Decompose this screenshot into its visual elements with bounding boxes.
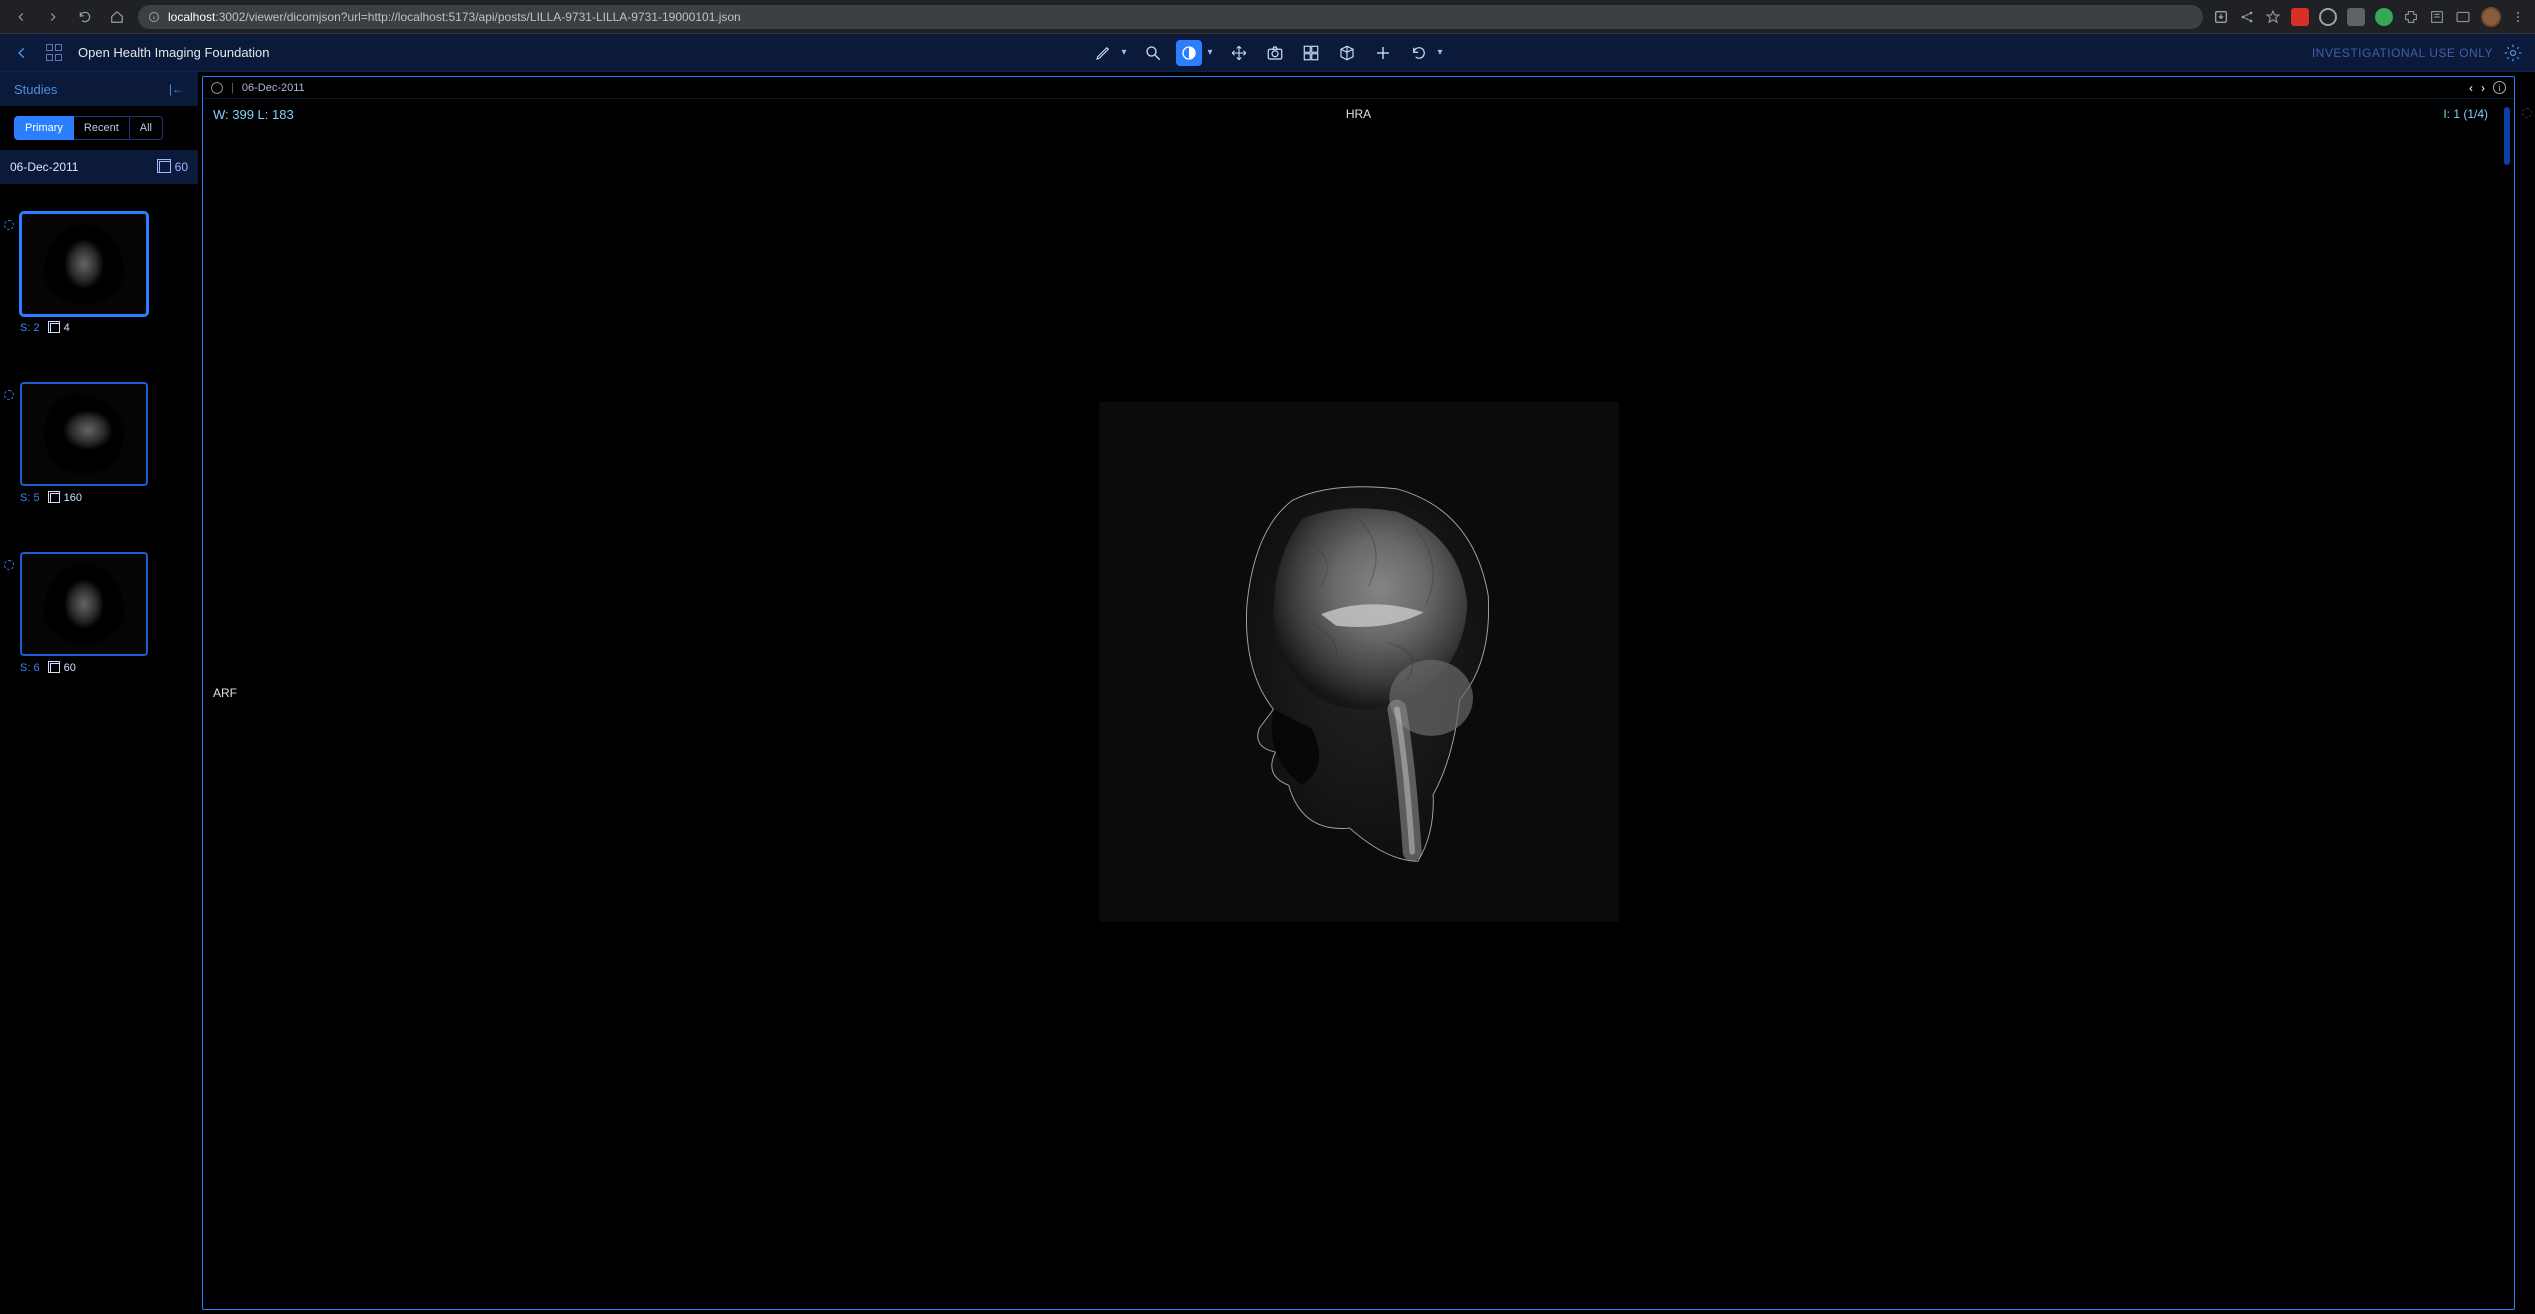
loading-spinner-icon — [2522, 108, 2532, 118]
chevron-down-icon[interactable]: ▾ — [1438, 47, 1446, 58]
collapse-sidebar-button[interactable]: |← — [169, 82, 184, 96]
studies-title: Studies — [14, 82, 57, 97]
stack-icon — [50, 663, 60, 673]
capture-tool-button[interactable] — [1262, 40, 1288, 66]
loading-spinner-icon — [4, 220, 14, 230]
plus-icon — [1374, 44, 1392, 62]
dicom-image — [1099, 402, 1619, 922]
orientation-top-overlay: HRA — [1346, 107, 1371, 121]
filter-all[interactable]: All — [130, 116, 163, 140]
browser-reload-button[interactable] — [74, 6, 96, 28]
extension-icon[interactable] — [2347, 8, 2365, 26]
rotate-icon — [1410, 44, 1428, 62]
dicom-viewport[interactable]: | 06-Dec-2011 ‹ › i W: 399 L: 183 HRA I:… — [202, 76, 2515, 1310]
move-icon — [1230, 44, 1248, 62]
extension-icon[interactable] — [2291, 8, 2309, 26]
tab-icon[interactable] — [2455, 9, 2471, 25]
browser-omnibox[interactable]: localhost:3002/viewer/dicomjson?url=http… — [138, 5, 2203, 29]
image-scrollbar[interactable] — [2504, 107, 2510, 165]
study-filter-row: Primary Recent All — [0, 106, 198, 150]
browser-back-button[interactable] — [10, 6, 32, 28]
pencil-icon — [1094, 44, 1112, 62]
viewport-container: | 06-Dec-2011 ‹ › i W: 399 L: 183 HRA I:… — [198, 72, 2519, 1314]
contrast-icon — [1180, 44, 1198, 62]
series-thumbnail[interactable]: S: 6 60 — [20, 552, 188, 674]
viewport-header: | 06-Dec-2011 ‹ › i — [203, 77, 2514, 99]
studies-header: Studies |← — [0, 72, 198, 106]
stack-icon — [50, 323, 60, 333]
back-button[interactable] — [12, 43, 32, 63]
stack-icon — [159, 161, 171, 173]
logo-grid-icon[interactable] — [46, 44, 64, 62]
browser-forward-button[interactable] — [42, 6, 64, 28]
info-icon[interactable]: i — [2493, 81, 2506, 94]
series-thumbnail[interactable]: S: 5 160 — [20, 382, 188, 504]
share-icon[interactable] — [2239, 9, 2255, 25]
profile-avatar[interactable] — [2481, 7, 2501, 27]
browser-chrome: localhost:3002/viewer/dicomjson?url=http… — [0, 0, 2535, 34]
orientation-left-overlay: ARF — [213, 686, 237, 700]
study-date: 06-Dec-2011 — [10, 160, 78, 174]
url-host: localhost — [168, 10, 215, 24]
zoom-tool-button[interactable] — [1140, 40, 1166, 66]
mpr-tool-button[interactable] — [1334, 40, 1360, 66]
next-series-button[interactable]: › — [2481, 81, 2485, 95]
left-sidebar: Studies |← Primary Recent All 06-Dec-201… — [0, 72, 198, 1314]
measure-tool-button[interactable] — [1090, 40, 1116, 66]
filter-recent[interactable]: Recent — [74, 116, 130, 140]
layout-tool-button[interactable] — [1298, 40, 1324, 66]
cube-icon — [1338, 44, 1356, 62]
toolbar: ▾ ▾ ▾ — [1090, 40, 1446, 66]
window-level-tool-button[interactable] — [1176, 40, 1202, 66]
star-icon[interactable] — [2265, 9, 2281, 25]
extensions-puzzle-icon[interactable] — [2403, 9, 2419, 25]
brand-title: Open Health Imaging Foundation — [78, 45, 270, 60]
url-path: :3002/viewer/dicomjson?url=http://localh… — [215, 10, 740, 24]
window-level-overlay: W: 399 L: 183 — [213, 107, 294, 122]
kebab-menu-icon[interactable] — [2511, 10, 2525, 24]
image-index-overlay: I: 1 (1/4) — [2443, 107, 2488, 121]
pan-tool-button[interactable] — [1226, 40, 1252, 66]
viewport-date: 06-Dec-2011 — [242, 82, 305, 94]
status-indicator-icon — [211, 82, 223, 94]
study-instance-count: 60 — [175, 160, 188, 174]
loading-spinner-icon — [4, 560, 14, 570]
right-panel-collapsed[interactable] — [2519, 72, 2535, 1314]
app-header: Open Health Imaging Foundation ▾ ▾ — [0, 34, 2535, 72]
series-thumbnail[interactable]: S: 2 4 — [20, 212, 188, 334]
browser-home-button[interactable] — [106, 6, 128, 28]
reading-list-icon[interactable] — [2429, 9, 2445, 25]
reset-tool-button[interactable] — [1406, 40, 1432, 66]
info-icon — [148, 11, 160, 23]
install-icon[interactable] — [2213, 9, 2229, 25]
prev-series-button[interactable]: ‹ — [2469, 81, 2473, 95]
gear-icon — [2503, 43, 2523, 63]
crosshairs-tool-button[interactable] — [1370, 40, 1396, 66]
chevron-down-icon[interactable]: ▾ — [1122, 47, 1130, 58]
series-list: S: 2 4 S: 5 160 S: 6 60 — [0, 184, 198, 1314]
extension-icon[interactable] — [2375, 8, 2393, 26]
stack-icon — [50, 493, 60, 503]
filter-primary[interactable]: Primary — [14, 116, 74, 140]
chevron-down-icon[interactable]: ▾ — [1208, 47, 1216, 58]
browser-extension-icons — [2213, 7, 2525, 27]
camera-icon — [1266, 44, 1284, 62]
grid-layout-icon — [1302, 44, 1320, 62]
settings-button[interactable] — [2503, 43, 2523, 63]
extension-icon[interactable] — [2319, 8, 2337, 26]
magnifier-icon — [1144, 44, 1162, 62]
investigational-label: INVESTIGATIONAL USE ONLY — [2312, 46, 2493, 60]
loading-spinner-icon — [4, 390, 14, 400]
study-row[interactable]: 06-Dec-2011 60 — [0, 150, 198, 184]
